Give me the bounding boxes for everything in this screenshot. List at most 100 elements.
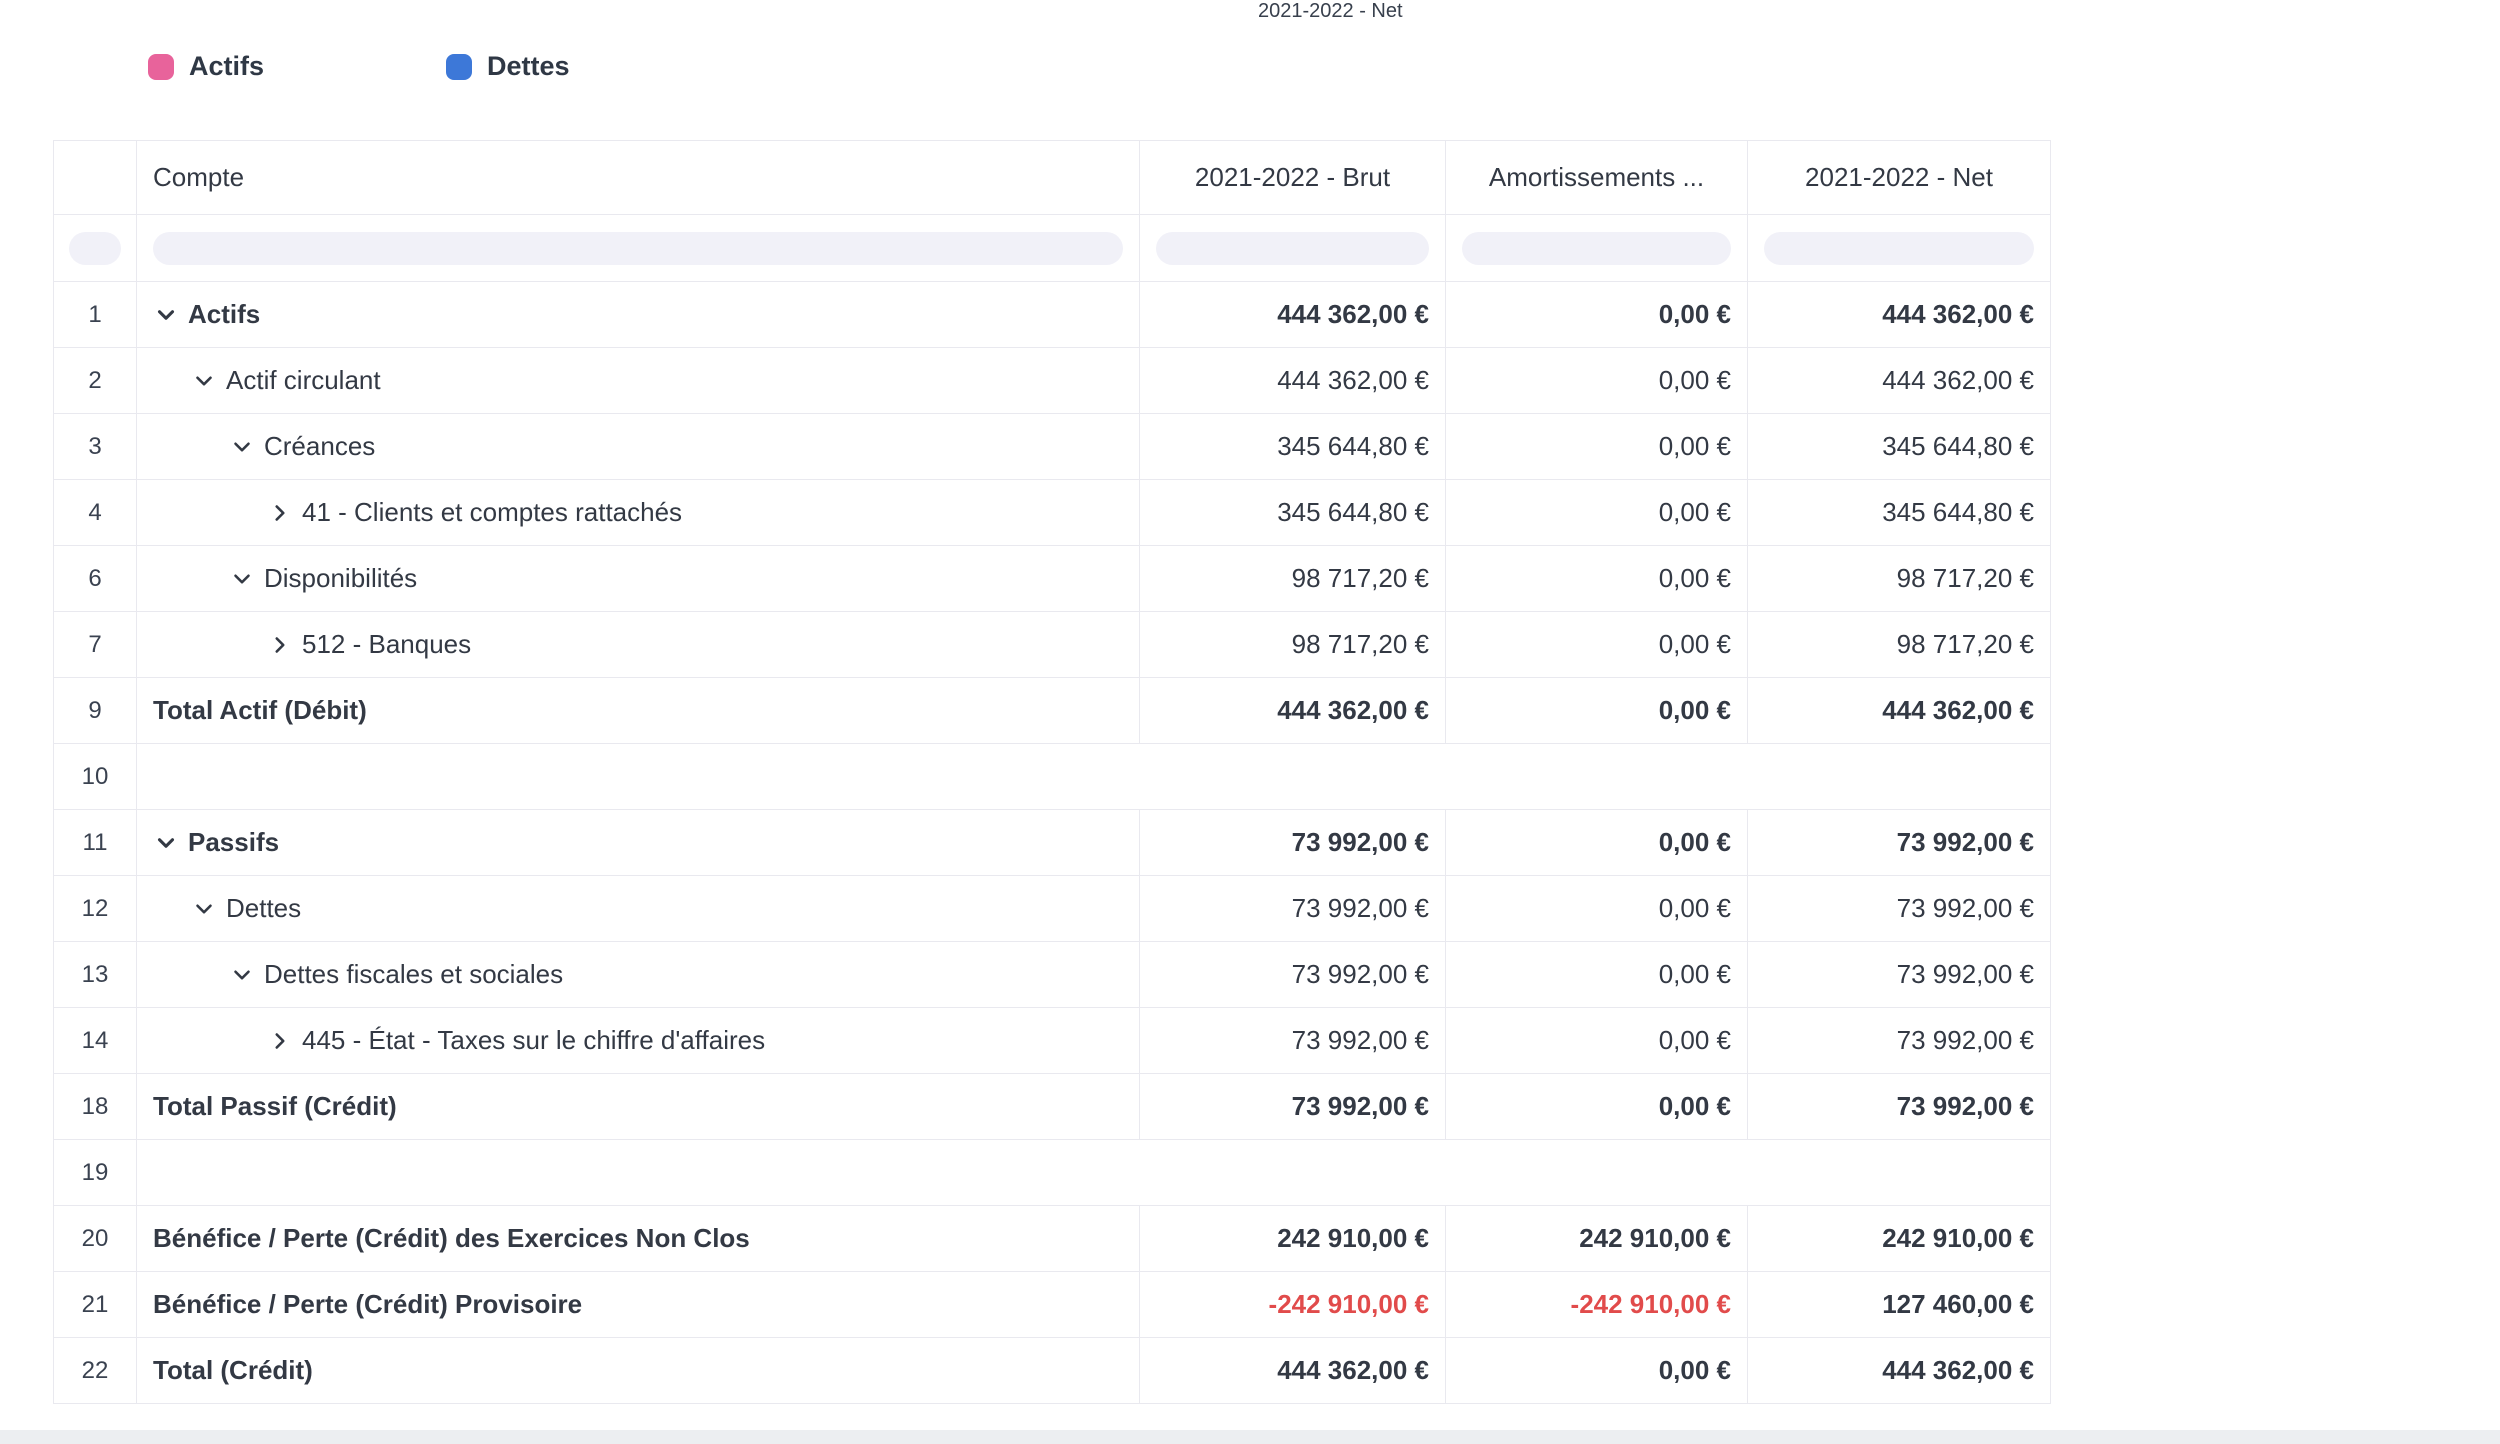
table-row-14[interactable]: 14 445 - État - Taxes sur le chiffre d'af… xyxy=(54,1008,2051,1074)
table-row-21[interactable]: 21Bénéfice / Perte (Crédit) Provisoire-2… xyxy=(54,1272,2051,1338)
account-label: Passifs xyxy=(188,827,279,858)
net-value-cell: 444 362,00 € xyxy=(1748,1338,2051,1404)
row-number: 4 xyxy=(54,480,137,546)
account-label: Disponibilités xyxy=(264,563,417,594)
row-number: 13 xyxy=(54,942,137,1008)
table-row-10[interactable]: 10 xyxy=(54,744,2051,810)
row-number: 3 xyxy=(54,414,137,480)
amort-value-cell: 0,00 € xyxy=(1446,612,1748,678)
account-cell: Bénéfice / Perte (Crédit) Provisoire xyxy=(137,1272,1140,1338)
brut-value-cell: 444 362,00 € xyxy=(1140,678,1446,744)
account-cell: Actifs xyxy=(137,282,1140,348)
net-value-cell: 98 717,20 € xyxy=(1748,546,2051,612)
account-label: Bénéfice / Perte (Crédit) Provisoire xyxy=(153,1289,582,1320)
chevron-down-icon[interactable] xyxy=(229,566,255,592)
brut-value-cell: 73 992,00 € xyxy=(1140,1074,1446,1140)
filter-input-compte[interactable] xyxy=(153,232,1123,265)
net-value-cell: 73 992,00 € xyxy=(1748,1074,2051,1140)
chevron-right-icon[interactable] xyxy=(267,1028,293,1054)
chevron-down-icon[interactable] xyxy=(191,896,217,922)
table-row-19[interactable]: 19 xyxy=(54,1140,2051,1206)
table-row-4[interactable]: 4 41 - Clients et comptes rattachés 345 64… xyxy=(54,480,2051,546)
table-row-20[interactable]: 20Bénéfice / Perte (Crédit) des Exercice… xyxy=(54,1206,2051,1272)
account-cell: 445 - État - Taxes sur le chiffre d'affa… xyxy=(137,1008,1140,1074)
table-row-1[interactable]: 1Actifs444 362,00 €0,00 €444 362,00 € xyxy=(54,282,2051,348)
row-number: 14 xyxy=(54,1008,137,1074)
amort-value-cell: 0,00 € xyxy=(1446,1338,1748,1404)
amort-value-cell: 0,00 € xyxy=(1446,942,1748,1008)
account-cell: Passifs xyxy=(137,810,1140,876)
account-cell: Total Passif (Crédit) xyxy=(137,1074,1140,1140)
brut-value-cell: 98 717,20 € xyxy=(1140,612,1446,678)
amort-value-cell: 0,00 € xyxy=(1446,678,1748,744)
net-value-cell: 444 362,00 € xyxy=(1748,282,2051,348)
chevron-down-icon[interactable] xyxy=(191,368,217,394)
account-cell: Dettes xyxy=(137,876,1140,942)
row-number: 18 xyxy=(54,1074,137,1140)
account-label: Dettes xyxy=(226,893,301,924)
net-value-cell: 444 362,00 € xyxy=(1748,678,2051,744)
account-label: 41 - Clients et comptes rattachés xyxy=(302,497,682,528)
filter-input-net[interactable] xyxy=(1764,232,2034,265)
chart-legend: Actifs Dettes xyxy=(148,51,570,82)
amort-value-cell: 0,00 € xyxy=(1446,1074,1748,1140)
chevron-down-icon[interactable] xyxy=(153,302,179,328)
header-brut[interactable]: 2021-2022 - Brut xyxy=(1140,141,1446,215)
filter-input-brut[interactable] xyxy=(1156,232,1429,265)
amort-value-cell: 0,00 € xyxy=(1446,480,1748,546)
chevron-right-icon[interactable] xyxy=(267,632,293,658)
account-cell: 512 - Banques xyxy=(137,612,1140,678)
brut-value-cell: 444 362,00 € xyxy=(1140,348,1446,414)
chevron-right-icon[interactable] xyxy=(267,500,293,526)
table-row-22[interactable]: 22Total (Crédit)444 362,00 €0,00 €444 36… xyxy=(54,1338,2051,1404)
horizontal-scrollbar-track[interactable] xyxy=(0,1430,2500,1444)
amort-value-cell: 0,00 € xyxy=(1446,1008,1748,1074)
filter-input-amortissements[interactable] xyxy=(1462,232,1731,265)
net-value-cell: 98 717,20 € xyxy=(1748,612,2051,678)
legend-item-dettes[interactable]: Dettes xyxy=(446,51,570,82)
brut-value-cell: 73 992,00 € xyxy=(1140,876,1446,942)
amort-value-cell: 0,00 € xyxy=(1446,282,1748,348)
chevron-down-icon[interactable] xyxy=(153,830,179,856)
brut-value-cell: 444 362,00 € xyxy=(1140,282,1446,348)
account-label: Total Actif (Débit) xyxy=(153,695,367,726)
table-row-2[interactable]: 2Actif circulant444 362,00 €0,00 €444 36… xyxy=(54,348,2051,414)
table-row-11[interactable]: 11Passifs73 992,00 €0,00 €73 992,00 € xyxy=(54,810,2051,876)
row-number: 12 xyxy=(54,876,137,942)
table-row-13[interactable]: 13Dettes fiscales et sociales73 992,00 €… xyxy=(54,942,2051,1008)
account-cell: Créances xyxy=(137,414,1140,480)
legend-swatch-actifs-icon xyxy=(148,54,174,80)
brut-value-cell: 73 992,00 € xyxy=(1140,942,1446,1008)
account-cell: Disponibilités xyxy=(137,546,1140,612)
brut-value-cell: 345 644,80 € xyxy=(1140,480,1446,546)
net-value-cell: 73 992,00 € xyxy=(1748,810,2051,876)
filter-row xyxy=(54,215,2051,282)
legend-item-actifs[interactable]: Actifs xyxy=(148,51,264,82)
chevron-down-icon[interactable] xyxy=(229,962,255,988)
table-row-6[interactable]: 6Disponibilités98 717,20 €0,00 €98 717,2… xyxy=(54,546,2051,612)
table-row-12[interactable]: 12Dettes73 992,00 €0,00 €73 992,00 € xyxy=(54,876,2051,942)
net-value-cell: 242 910,00 € xyxy=(1748,1206,2051,1272)
filter-rownum-pill[interactable] xyxy=(69,232,121,265)
account-label: Total (Crédit) xyxy=(153,1355,313,1386)
filter-brut-cell xyxy=(1140,215,1446,282)
amort-value-cell: 0,00 € xyxy=(1446,414,1748,480)
table-header-row: Compte 2021-2022 - Brut Amortissements .… xyxy=(54,141,2051,215)
amort-value-cell: 0,00 € xyxy=(1446,810,1748,876)
brut-value-cell: 345 644,80 € xyxy=(1140,414,1446,480)
header-compte[interactable]: Compte xyxy=(137,141,1140,215)
row-number: 20 xyxy=(54,1206,137,1272)
header-amortissements[interactable]: Amortissements ... xyxy=(1446,141,1748,215)
table-row-9[interactable]: 9Total Actif (Débit)444 362,00 €0,00 €44… xyxy=(54,678,2051,744)
row-number: 22 xyxy=(54,1338,137,1404)
chevron-down-icon[interactable] xyxy=(229,434,255,460)
brut-value-cell: -242 910,00 € xyxy=(1140,1272,1446,1338)
table-row-18[interactable]: 18Total Passif (Crédit)73 992,00 €0,00 €… xyxy=(54,1074,2051,1140)
header-net[interactable]: 2021-2022 - Net xyxy=(1748,141,2051,215)
amort-value-cell: 242 910,00 € xyxy=(1446,1206,1748,1272)
account-label: 445 - État - Taxes sur le chiffre d'affa… xyxy=(302,1025,765,1056)
table-row-7[interactable]: 7512 - Banques98 717,20 €0,00 €98 717,20… xyxy=(54,612,2051,678)
table-row-3[interactable]: 3Créances345 644,80 €0,00 €345 644,80 € xyxy=(54,414,2051,480)
net-value-cell: 73 992,00 € xyxy=(1748,876,2051,942)
app-page: 2021-2022 - Net Actifs Dettes Compte xyxy=(0,0,2500,1444)
